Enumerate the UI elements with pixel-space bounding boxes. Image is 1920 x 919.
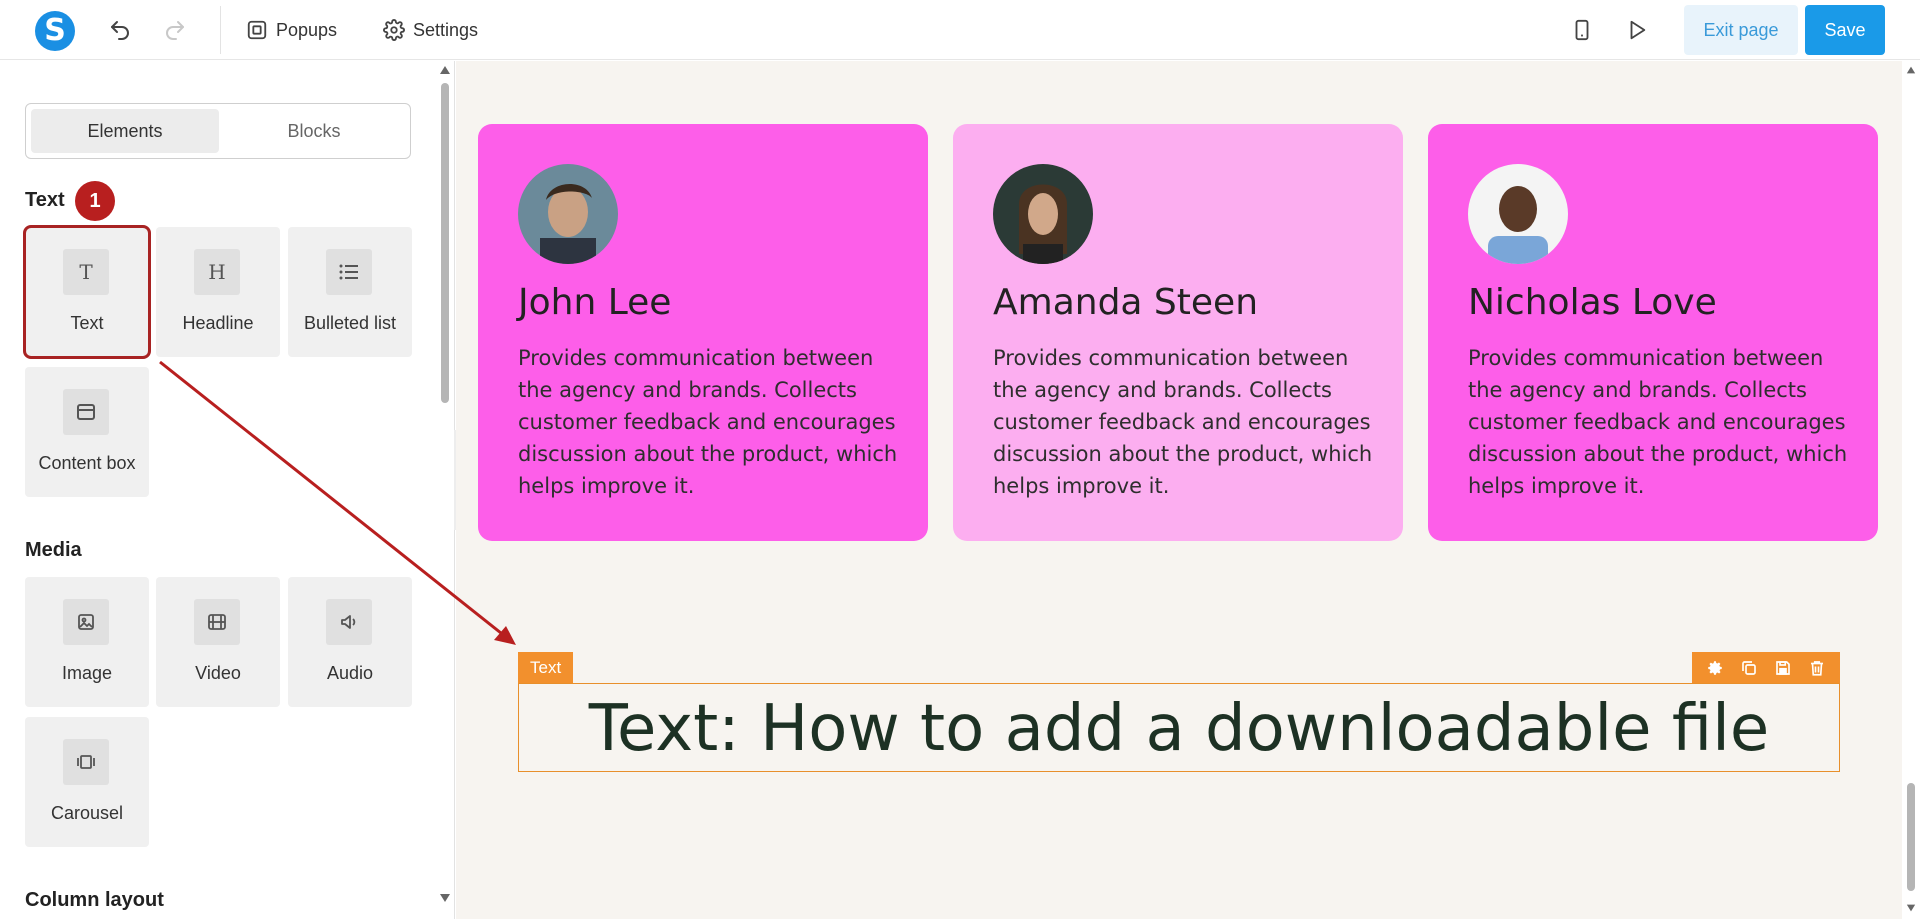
image-icon [63, 599, 109, 645]
text-icon: T [63, 249, 109, 295]
trash-icon[interactable] [1808, 659, 1826, 677]
tab-blocks[interactable]: Blocks [220, 109, 408, 153]
element-tile-video[interactable]: Video [156, 577, 280, 707]
undo-icon[interactable] [106, 16, 134, 44]
section-title-media: Media [25, 539, 82, 561]
text-element-content[interactable]: Text: How to add a downloadable file [519, 692, 1839, 766]
selected-element-tag: Text [518, 652, 574, 684]
team-card[interactable]: John Lee Provides communication between … [478, 124, 928, 541]
canvas-scrollbar[interactable] [1902, 61, 1920, 919]
mobile-preview-icon[interactable] [1568, 16, 1596, 44]
sidebar-tabs: Elements Blocks [25, 103, 411, 159]
redo-icon[interactable] [161, 16, 189, 44]
toolbar-divider [220, 6, 221, 54]
member-name: John Lee [518, 282, 672, 323]
tile-label: Text [70, 313, 104, 333]
tab-elements[interactable]: Elements [31, 109, 219, 153]
page-canvas[interactable]: John Lee Provides communication between … [456, 61, 1902, 919]
tile-label: Carousel [50, 803, 124, 823]
elements-sidebar: Elements Blocks Text 1 T Text H Headline… [0, 61, 455, 919]
tile-label: Content box [38, 453, 136, 473]
tile-label: Headline [182, 313, 254, 333]
tile-label: Bulleted list [303, 313, 397, 333]
scroll-down-icon[interactable] [1906, 903, 1916, 913]
sidebar-scroll-thumb[interactable] [441, 83, 449, 403]
tile-label: Audio [326, 663, 374, 683]
scroll-down-icon[interactable] [439, 893, 451, 903]
settings-label: Settings [413, 19, 479, 40]
avatar [518, 164, 618, 264]
scroll-up-icon[interactable] [1906, 65, 1916, 75]
list-icon [326, 249, 372, 295]
gear-icon [383, 19, 405, 41]
section-title-text: Text [25, 189, 65, 211]
save-block-icon[interactable] [1774, 659, 1792, 677]
settings-button[interactable]: Settings [383, 18, 478, 42]
tile-label: Image [61, 663, 113, 683]
element-tile-audio[interactable]: Audio [288, 577, 412, 707]
element-toolbar [1692, 652, 1840, 684]
app-logo[interactable]: S [35, 11, 75, 51]
text-element[interactable]: Text: How to add a downloadable file [518, 683, 1840, 772]
member-name: Amanda Steen [993, 282, 1259, 323]
content-box-icon [63, 389, 109, 435]
duplicate-icon[interactable] [1740, 659, 1758, 677]
avatar [1468, 164, 1568, 264]
element-tile-carousel[interactable]: Carousel [25, 717, 149, 847]
canvas-scroll-thumb[interactable] [1907, 783, 1915, 891]
member-description: Provides communication between the agenc… [993, 346, 1373, 498]
tile-label: Video [195, 663, 241, 683]
play-icon[interactable] [1623, 16, 1651, 44]
element-tile-headline[interactable]: H Headline [156, 227, 280, 357]
video-icon [194, 599, 240, 645]
top-bar: S Popups Settings Exit page Save [0, 0, 1920, 60]
popups-label: Popups [276, 19, 338, 40]
save-button[interactable]: Save [1805, 5, 1885, 55]
scroll-up-icon[interactable] [439, 65, 451, 75]
audio-icon [326, 599, 372, 645]
element-tile-image[interactable]: Image [25, 577, 149, 707]
step-badge: 1 [75, 181, 115, 221]
team-card[interactable]: Nicholas Love Provides communication bet… [1428, 124, 1878, 541]
exit-page-button[interactable]: Exit page [1684, 5, 1798, 55]
popups-icon [247, 20, 267, 40]
section-title-column-layout: Column layout [25, 889, 164, 911]
member-name: Nicholas Love [1468, 282, 1717, 323]
member-description: Provides communication between the agenc… [518, 346, 898, 498]
carousel-icon [63, 739, 109, 785]
element-tile-bulleted-list[interactable]: Bulleted list [288, 227, 412, 357]
member-description: Provides communication between the agenc… [1468, 346, 1848, 498]
sidebar-scrollbar[interactable] [436, 61, 454, 919]
gear-icon[interactable] [1706, 659, 1724, 677]
headline-icon: H [194, 249, 240, 295]
team-card[interactable]: Amanda Steen Provides communication betw… [953, 124, 1403, 541]
avatar [993, 164, 1093, 264]
element-tile-content-box[interactable]: Content box [25, 367, 149, 497]
element-tile-text[interactable]: T Text [23, 225, 151, 359]
popups-button[interactable]: Popups [246, 18, 337, 42]
